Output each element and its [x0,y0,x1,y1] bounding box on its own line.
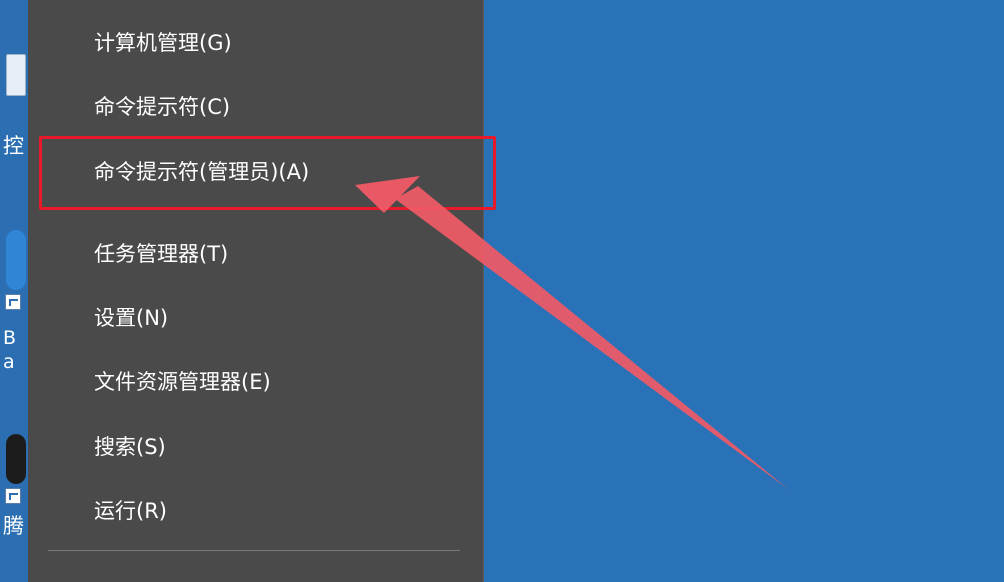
arrow-shaft [395,186,788,489]
annotation-arrow-icon [355,176,788,489]
